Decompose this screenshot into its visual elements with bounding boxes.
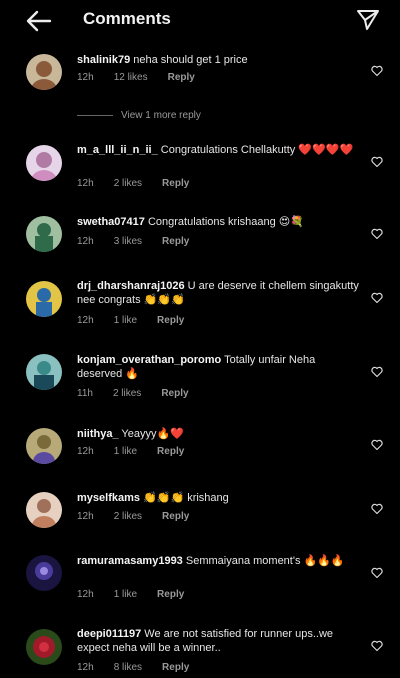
username[interactable]: m_a_lll_ii_n_ii_ — [77, 144, 158, 156]
comment-body: Congratulations Chellakutty ❤️❤️❤️❤️ — [157, 144, 354, 156]
username[interactable]: konjam_overathan_poromo — [77, 354, 221, 366]
comment-text: m_a_lll_ii_n_ii_ Congratulations Chellak… — [77, 143, 362, 157]
timestamp: 12h — [77, 662, 94, 673]
avatar-image — [26, 629, 62, 665]
username[interactable]: niithya_ — [77, 428, 119, 440]
username[interactable]: myselfkams — [77, 492, 140, 504]
likes-count[interactable]: 2 likes — [114, 511, 142, 522]
avatar-image — [26, 492, 62, 528]
likes-count[interactable]: 12 likes — [114, 72, 148, 83]
timestamp: 12h — [77, 589, 94, 600]
send-icon[interactable] — [356, 8, 380, 32]
username[interactable]: swetha07417 — [77, 216, 145, 228]
likes-count[interactable]: 1 like — [114, 589, 137, 600]
comment-text: myselfkams 👏👏👏 krishang — [77, 491, 362, 505]
avatar-image — [26, 216, 62, 252]
like-heart-icon[interactable] — [371, 567, 383, 579]
timestamp: 12h — [77, 511, 94, 522]
comment-text: konjam_overathan_poromo Totally unfair N… — [77, 353, 362, 381]
like-heart-icon[interactable] — [371, 439, 383, 451]
reply-button[interactable]: Reply — [161, 388, 188, 399]
reply-divider-line — [77, 114, 113, 116]
comment-meta: 12h 2 likes Reply — [77, 511, 209, 522]
avatar[interactable] — [26, 145, 62, 181]
likes-count[interactable]: 1 like — [114, 315, 137, 326]
comment-meta: 12h 3 likes Reply — [77, 236, 209, 247]
comment-body: Congratulations krishaang 😍💐 — [144, 216, 304, 228]
likes-count[interactable]: 2 likes — [113, 388, 141, 399]
comment-meta: 12h 1 like Reply — [77, 589, 204, 600]
like-heart-icon[interactable] — [371, 640, 383, 652]
comment-text: deepi011197 We are not satisfied for run… — [77, 627, 362, 655]
reply-button[interactable]: Reply — [157, 589, 184, 600]
username[interactable]: deepi011197 — [77, 628, 141, 640]
comment-text: niithya_ Yeayyy🔥❤️ — [77, 427, 362, 441]
back-arrow-icon[interactable] — [26, 9, 52, 33]
avatar-image — [26, 54, 62, 90]
reply-button[interactable]: Reply — [162, 511, 189, 522]
timestamp: 12h — [77, 315, 94, 326]
view-more-replies[interactable]: View 1 more reply — [77, 110, 201, 121]
comment-meta: 11h 2 likes Reply — [77, 388, 209, 399]
avatar[interactable] — [26, 216, 62, 252]
header-bar: Comments — [0, 0, 400, 42]
comment-meta: 12h 2 likes Reply — [77, 178, 209, 189]
avatar-image — [26, 145, 62, 181]
comment-body: neha should get 1 price — [130, 54, 248, 66]
comment-text: shalinik79 neha should get 1 price — [77, 53, 362, 67]
avatar[interactable] — [26, 555, 62, 591]
page-title: Comments — [83, 9, 171, 28]
timestamp: 11h — [77, 388, 93, 399]
comment-text: swetha07417 Congratulations krishaang 😍💐 — [77, 215, 362, 229]
like-heart-icon[interactable] — [371, 503, 383, 515]
comment-body: 👏👏👏 krishang — [140, 492, 229, 504]
like-heart-icon[interactable] — [371, 156, 383, 168]
timestamp: 12h — [77, 72, 94, 83]
timestamp: 12h — [77, 446, 94, 457]
avatar-image — [26, 555, 62, 591]
comment-body: Semmaiyana moment's 🔥🔥🔥 — [182, 555, 345, 567]
username[interactable]: shalinik79 — [77, 54, 130, 66]
comment-meta: 12h 12 likes Reply — [77, 72, 215, 83]
like-heart-icon[interactable] — [371, 292, 383, 304]
avatar[interactable] — [26, 281, 62, 317]
like-heart-icon[interactable] — [371, 366, 383, 378]
avatar[interactable] — [26, 492, 62, 528]
reply-button[interactable]: Reply — [162, 178, 189, 189]
avatar[interactable] — [26, 54, 62, 90]
likes-count[interactable]: 8 likes — [114, 662, 142, 673]
reply-button[interactable]: Reply — [162, 662, 189, 673]
comment-meta: 12h 1 like Reply — [77, 315, 204, 326]
comment-body: Yeayyy🔥❤️ — [118, 428, 184, 440]
comment-text: drj_dharshanraj1026 U are deserve it che… — [77, 279, 362, 307]
avatar-image — [26, 428, 62, 464]
likes-count[interactable]: 1 like — [114, 446, 137, 457]
reply-button[interactable]: Reply — [162, 236, 189, 247]
reply-button[interactable]: Reply — [157, 315, 184, 326]
avatar[interactable] — [26, 629, 62, 665]
avatar[interactable] — [26, 428, 62, 464]
avatar-image — [26, 354, 62, 390]
likes-count[interactable]: 2 likes — [114, 178, 142, 189]
like-heart-icon[interactable] — [371, 65, 383, 77]
avatar-image — [26, 281, 62, 317]
comment-meta: 12h 8 likes Reply — [77, 662, 209, 673]
timestamp: 12h — [77, 178, 94, 189]
timestamp: 12h — [77, 236, 94, 247]
reply-button[interactable]: Reply — [168, 72, 195, 83]
like-heart-icon[interactable] — [371, 228, 383, 240]
avatar[interactable] — [26, 354, 62, 390]
view-more-replies-label[interactable]: View 1 more reply — [121, 110, 201, 121]
comment-meta: 12h 1 like Reply — [77, 446, 204, 457]
username[interactable]: ramuramasamy1993 — [77, 555, 183, 567]
comment-text: ramuramasamy1993 Semmaiyana moment's 🔥🔥🔥 — [77, 554, 362, 568]
username[interactable]: drj_dharshanraj1026 — [77, 280, 185, 292]
likes-count[interactable]: 3 likes — [114, 236, 142, 247]
reply-button[interactable]: Reply — [157, 446, 184, 457]
